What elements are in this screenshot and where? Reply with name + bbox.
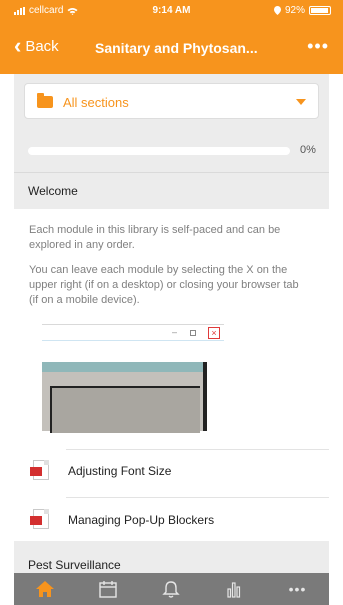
tab-home[interactable]: [14, 573, 77, 605]
battery-icon: [309, 6, 331, 15]
battery-info: 92%: [273, 5, 331, 16]
list-item-adjusting-font-size[interactable]: Adjusting Font Size: [14, 451, 329, 491]
intro-paragraph: Each module in this library is self-pace…: [29, 224, 281, 251]
folder-icon: [37, 93, 53, 108]
more-dots-icon[interactable]: •••: [307, 36, 329, 57]
section-filter-value: All sections: [63, 95, 129, 110]
list-item-managing-pop-up-blockers[interactable]: Managing Pop-Up Blockers: [14, 500, 329, 540]
maximize-icon: [190, 330, 196, 336]
chevron-left-icon: ‹: [14, 33, 22, 58]
battery-percent: 92%: [284, 5, 305, 16]
next-section-title: Pest Surveillance: [28, 558, 121, 572]
pdf-icon: [30, 460, 49, 480]
tab-notifications[interactable]: [140, 573, 203, 605]
tab-calendar[interactable]: [77, 573, 140, 605]
bar-chart-icon: [227, 582, 241, 598]
caret-down-icon: [296, 99, 306, 105]
section-filter-dropdown[interactable]: All sections: [24, 83, 319, 119]
status-bar: cellcard 9:14 AM 92%: [0, 0, 343, 22]
minimize-icon: –: [172, 327, 178, 337]
instructions-paragraph: You can leave each module by selecting t…: [29, 264, 299, 306]
page-title: Sanitary and Phytosan...: [95, 40, 258, 56]
calendar-icon: [99, 581, 117, 598]
section-header: Welcome: [14, 172, 329, 209]
divider: [66, 449, 329, 450]
browser-titlebar: – ×: [42, 324, 224, 341]
back-button[interactable]: ‹ Back: [14, 33, 59, 58]
divider: [66, 497, 329, 498]
nav-bar: ‹ Back Sanitary and Phytosan... •••: [0, 22, 343, 74]
progress-bar: [28, 147, 290, 155]
section-title: Welcome: [28, 184, 78, 198]
list-item-label: Managing Pop-Up Blockers: [68, 513, 215, 527]
browser-close-illustration: – ×: [42, 324, 224, 433]
progress-percent: 0%: [300, 144, 316, 156]
pdf-icon: [30, 509, 49, 529]
tab-more[interactable]: •••: [266, 573, 329, 605]
back-label: Back: [25, 37, 59, 55]
list-item-label: Adjusting Font Size: [68, 464, 172, 478]
section-content: Each module in this library is self-pace…: [14, 209, 329, 561]
more-dots-icon: •••: [288, 581, 307, 597]
tab-progress[interactable]: [203, 573, 266, 605]
bell-icon: [162, 581, 180, 598]
tab-bar: •••: [14, 573, 329, 605]
home-icon: [36, 581, 54, 597]
browser-window-image: [42, 362, 207, 433]
close-icon: ×: [208, 327, 220, 339]
location-icon: [273, 6, 281, 15]
